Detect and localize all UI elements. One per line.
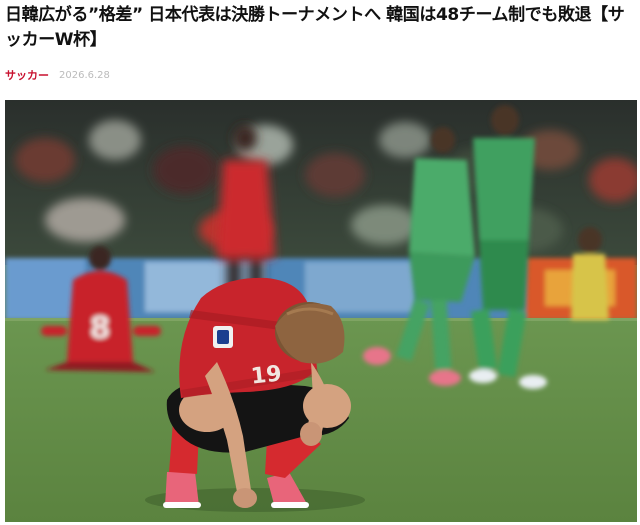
- player-number-8-label: 8: [90, 311, 111, 346]
- article-meta: サッカー 2026.6.28: [5, 66, 110, 84]
- article-photo: 8 19: [5, 100, 637, 522]
- photo-scene: 8 19: [5, 100, 637, 522]
- article-title: 日韓広がる”格差” 日本代表は決勝トーナメントへ 韓国は48チーム制でも敗退【サ…: [5, 5, 625, 50]
- post-date: 2026.6.28: [59, 69, 110, 81]
- category-link[interactable]: サッカー: [5, 67, 49, 83]
- player-number-19-label: 19: [250, 362, 283, 390]
